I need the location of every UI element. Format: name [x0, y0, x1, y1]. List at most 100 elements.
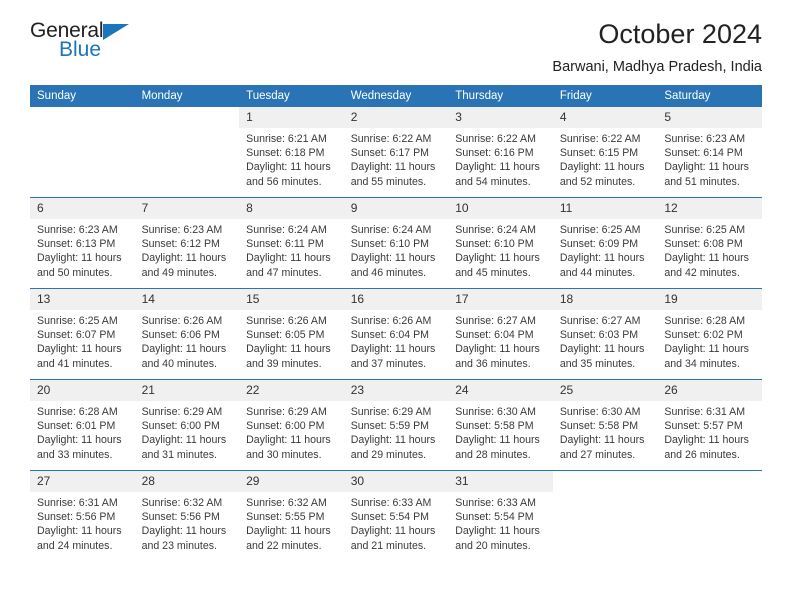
calendar-day-cell[interactable]: 14 Sunrise: 6:26 AM Sunset: 6:06 PM Dayligh…: [134, 288, 240, 380]
sunset-time: Sunset: 6:17 PM: [350, 147, 430, 160]
calendar-day-cell[interactable]: 9 Sunrise: 6:24 AM Sunset: 6:10 PM Daylight…: [343, 197, 449, 289]
calendar-day-cell[interactable]: 27 Sunrise: 6:31 AM Sunset: 5:56 PM Dayligh…: [30, 470, 135, 561]
day-cell-inner: 26 Sunrise: 6:31 AM Sunset: 5:57 PM Dayligh…: [657, 380, 762, 470]
calendar-day-cell[interactable]: 7 Sunrise: 6:23 AM Sunset: 6:12 PM Daylight…: [134, 197, 240, 289]
day-sun-info: Sunrise: 6:24 AM Sunset: 6:10 PM Daylight:…: [344, 219, 449, 280]
calendar-day-cell[interactable]: 3 Sunrise: 6:22 AM Sunset: 6:16 PM Daylight…: [448, 107, 553, 198]
calendar-day-cell[interactable]: 30 Sunrise: 6:33 AM Sunset: 5:54 PM Dayligh…: [343, 470, 449, 561]
weekday-header-wednesday: Wednesday: [343, 85, 449, 107]
page-header: General Blue October 2024 Barwani, Madhy…: [30, 0, 762, 85]
calendar-day-cell[interactable]: 2 Sunrise: 6:22 AM Sunset: 6:17 PM Daylight…: [343, 107, 449, 198]
calendar-day-cell[interactable]: 11 Sunrise: 6:25 AM Sunset: 6:09 PM Dayligh…: [552, 197, 658, 289]
calendar-day-cell[interactable]: 15 Sunrise: 6:26 AM Sunset: 6:05 PM Dayligh…: [239, 288, 344, 380]
sunrise-time: Sunrise: 6:31 AM: [664, 406, 746, 418]
sunset-time: Sunset: 5:58 PM: [455, 420, 534, 433]
logo-general-label: General: [30, 19, 104, 42]
calendar-day-cell[interactable]: 6 Sunrise: 6:23 AM Sunset: 6:13 PM Daylight…: [30, 197, 135, 289]
calendar-day-cell[interactable]: 19 Sunrise: 6:28 AM Sunset: 6:02 PM Dayligh…: [657, 288, 762, 380]
daylight-duration-line1: Daylight: 11 hours: [664, 434, 749, 447]
calendar-day-cell[interactable]: 28 Sunrise: 6:32 AM Sunset: 5:56 PM Dayligh…: [134, 470, 240, 561]
daylight-duration-line1: Daylight: 11 hours: [455, 252, 540, 265]
daylight-duration-line1: Daylight: 11 hours: [350, 343, 436, 356]
day-sun-info: Sunrise: 6:33 AM Sunset: 5:54 PM Daylight:…: [448, 492, 553, 553]
sunset-time: Sunset: 6:00 PM: [141, 420, 220, 433]
day-sun-info: Sunrise: 6:26 AM Sunset: 6:04 PM Daylight:…: [344, 310, 449, 371]
calendar-cell-empty: [30, 107, 135, 198]
calendar-day-cell[interactable]: 12 Sunrise: 6:25 AM Sunset: 6:08 PM Dayligh…: [657, 197, 762, 289]
calendar-week-row: 20 Sunrise: 6:28 AM Sunset: 6:01 PM Dayligh…: [30, 379, 762, 471]
calendar-day-cell[interactable]: 16 Sunrise: 6:26 AM Sunset: 6:04 PM Dayligh…: [343, 288, 449, 380]
daylight-duration-line1: Daylight: 11 hours: [37, 525, 122, 538]
day-cell-inner: 2 Sunrise: 6:22 AM Sunset: 6:17 PM Daylight…: [343, 107, 449, 197]
sunrise-time: Sunrise: 6:26 AM: [141, 315, 223, 327]
calendar-day-cell[interactable]: 17 Sunrise: 6:27 AM Sunset: 6:04 PM Dayligh…: [448, 288, 553, 380]
sunrise-time: Sunrise: 6:23 AM: [37, 224, 118, 236]
day-cell-inner: 15 Sunrise: 6:26 AM Sunset: 6:05 PM Dayligh…: [239, 289, 344, 379]
day-cell-inner: 13 Sunrise: 6:25 AM Sunset: 6:07 PM Dayligh…: [30, 289, 135, 379]
daylight-duration-line1: Daylight: 11 hours: [246, 161, 331, 174]
generalblue-logo[interactable]: General Blue: [30, 16, 150, 60]
calendar-day-cell[interactable]: 26 Sunrise: 6:31 AM Sunset: 5:57 PM Dayligh…: [657, 379, 762, 471]
day-sun-info: Sunrise: 6:22 AM Sunset: 6:17 PM Daylight:…: [344, 128, 449, 189]
day-sun-info: Sunrise: 6:24 AM Sunset: 6:11 PM Daylight:…: [239, 219, 344, 280]
sunrise-time: Sunrise: 6:21 AM: [246, 133, 327, 145]
daylight-duration-line2: and 29 minutes.: [350, 448, 427, 461]
calendar-day-cell[interactable]: 5 Sunrise: 6:23 AM Sunset: 6:14 PM Daylight…: [657, 107, 762, 198]
sunrise-time: Sunrise: 6:25 AM: [559, 224, 641, 236]
daylight-duration-line2: and 42 minutes.: [664, 266, 740, 279]
day-number: 31: [448, 471, 553, 492]
day-sun-info: Sunrise: 6:25 AM Sunset: 6:09 PM Daylight:…: [553, 219, 658, 280]
calendar-day-cell[interactable]: 1 Sunrise: 6:21 AM Sunset: 6:18 PM Daylight…: [239, 107, 344, 198]
daylight-duration-line2: and 23 minutes.: [141, 539, 217, 552]
day-number: 7: [134, 198, 240, 219]
daylight-duration-line1: Daylight: 11 hours: [664, 252, 749, 265]
calendar-day-cell[interactable]: 29 Sunrise: 6:32 AM Sunset: 5:55 PM Dayligh…: [239, 470, 344, 561]
day-number: 3: [448, 107, 553, 128]
calendar-day-cell[interactable]: 24 Sunrise: 6:30 AM Sunset: 5:58 PM Dayligh…: [448, 379, 553, 471]
weekday-header-saturday: Saturday: [657, 85, 762, 107]
sunset-time: Sunset: 6:00 PM: [246, 420, 325, 433]
daylight-duration-line2: and 54 minutes.: [455, 175, 531, 188]
calendar-day-cell[interactable]: 8 Sunrise: 6:24 AM Sunset: 6:11 PM Daylight…: [239, 197, 344, 289]
sunset-time: Sunset: 5:56 PM: [141, 511, 220, 524]
day-number: 9: [343, 198, 449, 219]
calendar-day-cell[interactable]: 18 Sunrise: 6:27 AM Sunset: 6:03 PM Dayligh…: [552, 288, 658, 380]
weekday-header-monday: Monday: [134, 85, 240, 107]
sunrise-time: Sunrise: 6:29 AM: [246, 406, 327, 418]
sunrise-time: Sunrise: 6:32 AM: [246, 497, 327, 509]
daylight-duration-line2: and 39 minutes.: [246, 357, 322, 370]
sunset-time: Sunset: 5:56 PM: [37, 511, 116, 524]
sunset-time: Sunset: 6:14 PM: [664, 147, 743, 160]
day-number: 24: [448, 380, 553, 401]
sunset-time: Sunset: 6:13 PM: [37, 238, 116, 251]
calendar-day-cell[interactable]: 10 Sunrise: 6:24 AM Sunset: 6:10 PM Dayligh…: [448, 197, 553, 289]
calendar-day-cell[interactable]: 21 Sunrise: 6:29 AM Sunset: 6:00 PM Dayligh…: [134, 379, 240, 471]
sunrise-time: Sunrise: 6:28 AM: [664, 315, 746, 327]
sunrise-time: Sunrise: 6:23 AM: [141, 224, 223, 236]
sunrise-time: Sunrise: 6:24 AM: [350, 224, 432, 236]
calendar-day-cell[interactable]: 13 Sunrise: 6:25 AM Sunset: 6:07 PM Dayligh…: [30, 288, 135, 380]
daylight-duration-line1: Daylight: 11 hours: [559, 161, 645, 174]
sunrise-time: Sunrise: 6:30 AM: [455, 406, 536, 418]
day-number: 1: [239, 107, 344, 128]
calendar-day-cell[interactable]: 31 Sunrise: 6:33 AM Sunset: 5:54 PM Dayligh…: [448, 470, 553, 561]
weekday-header-thursday: Thursday: [448, 85, 553, 107]
sunset-time: Sunset: 5:59 PM: [350, 420, 430, 433]
calendar-cell-empty: [657, 470, 762, 561]
day-sun-info: Sunrise: 6:33 AM Sunset: 5:54 PM Daylight:…: [344, 492, 449, 553]
daylight-duration-line2: and 21 minutes.: [350, 539, 427, 552]
calendar-day-cell[interactable]: 22 Sunrise: 6:29 AM Sunset: 6:00 PM Dayligh…: [239, 379, 344, 471]
day-cell-inner: 9 Sunrise: 6:24 AM Sunset: 6:10 PM Daylight…: [343, 198, 449, 288]
day-sun-info: Sunrise: 6:23 AM Sunset: 6:12 PM Daylight:…: [135, 219, 240, 280]
day-sun-info: Sunrise: 6:32 AM Sunset: 5:55 PM Daylight:…: [239, 492, 344, 553]
calendar-day-cell[interactable]: 20 Sunrise: 6:28 AM Sunset: 6:01 PM Dayligh…: [30, 379, 135, 471]
day-sun-info: Sunrise: 6:27 AM Sunset: 6:04 PM Daylight:…: [448, 310, 553, 371]
calendar-day-cell[interactable]: 23 Sunrise: 6:29 AM Sunset: 5:59 PM Dayligh…: [343, 379, 449, 471]
day-cell-inner: [657, 471, 762, 561]
daylight-duration-line2: and 31 minutes.: [141, 448, 217, 461]
calendar-day-cell[interactable]: 4 Sunrise: 6:22 AM Sunset: 6:15 PM Daylight…: [552, 107, 658, 198]
calendar-day-cell[interactable]: 25 Sunrise: 6:30 AM Sunset: 5:58 PM Dayligh…: [552, 379, 658, 471]
daylight-duration-line2: and 35 minutes.: [559, 357, 636, 370]
sunrise-time: Sunrise: 6:27 AM: [455, 315, 536, 327]
daylight-duration-line2: and 37 minutes.: [350, 357, 427, 370]
